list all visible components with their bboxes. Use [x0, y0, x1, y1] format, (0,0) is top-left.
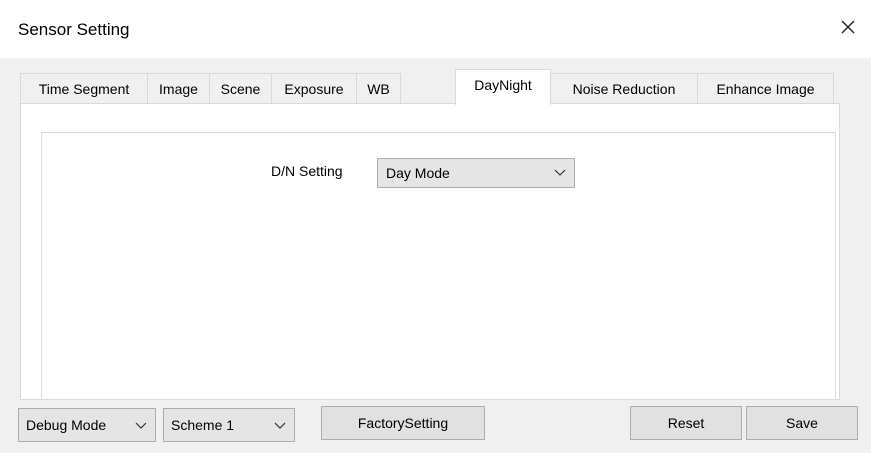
- tab-scene[interactable]: Scene: [209, 73, 272, 103]
- tab-daynight[interactable]: DayNight: [455, 69, 551, 105]
- tab-wb[interactable]: WB: [356, 73, 401, 103]
- reset-button[interactable]: Reset: [630, 406, 742, 440]
- close-icon: [841, 20, 855, 34]
- dn-setting-select[interactable]: Day Mode: [377, 158, 575, 188]
- dn-setting-value: Day Mode: [386, 165, 450, 181]
- daynight-tab-panel: D/N Setting Day Mode: [20, 103, 840, 400]
- tab-enhance-image[interactable]: Enhance Image: [697, 73, 834, 103]
- tab-exposure[interactable]: Exposure: [271, 73, 357, 103]
- tab-noise-reduction[interactable]: Noise Reduction: [550, 73, 698, 103]
- tab-image[interactable]: Image: [147, 73, 210, 103]
- daynight-settings-group: D/N Setting Day Mode: [41, 132, 836, 400]
- close-button[interactable]: [835, 14, 861, 40]
- sensor-setting-dialog: Sensor Setting Time Segment Image Scene …: [0, 0, 871, 453]
- save-button[interactable]: Save: [746, 406, 858, 440]
- title-bar: Sensor Setting: [0, 0, 871, 58]
- debug-mode-select[interactable]: Debug Mode: [18, 408, 156, 442]
- dn-setting-label: D/N Setting: [271, 163, 343, 179]
- scheme-select[interactable]: Scheme 1: [163, 408, 295, 442]
- tab-strip: Time Segment Image Scene Exposure WB Day…: [20, 69, 840, 105]
- chevron-down-icon: [135, 422, 147, 429]
- window-title: Sensor Setting: [18, 20, 130, 39]
- chevron-down-icon: [274, 422, 286, 429]
- chevron-down-icon: [554, 169, 566, 176]
- debug-mode-value: Debug Mode: [26, 417, 107, 433]
- scheme-value: Scheme 1: [171, 417, 235, 433]
- factory-setting-button[interactable]: FactorySetting: [321, 406, 485, 440]
- tab-time-segment[interactable]: Time Segment: [20, 73, 148, 103]
